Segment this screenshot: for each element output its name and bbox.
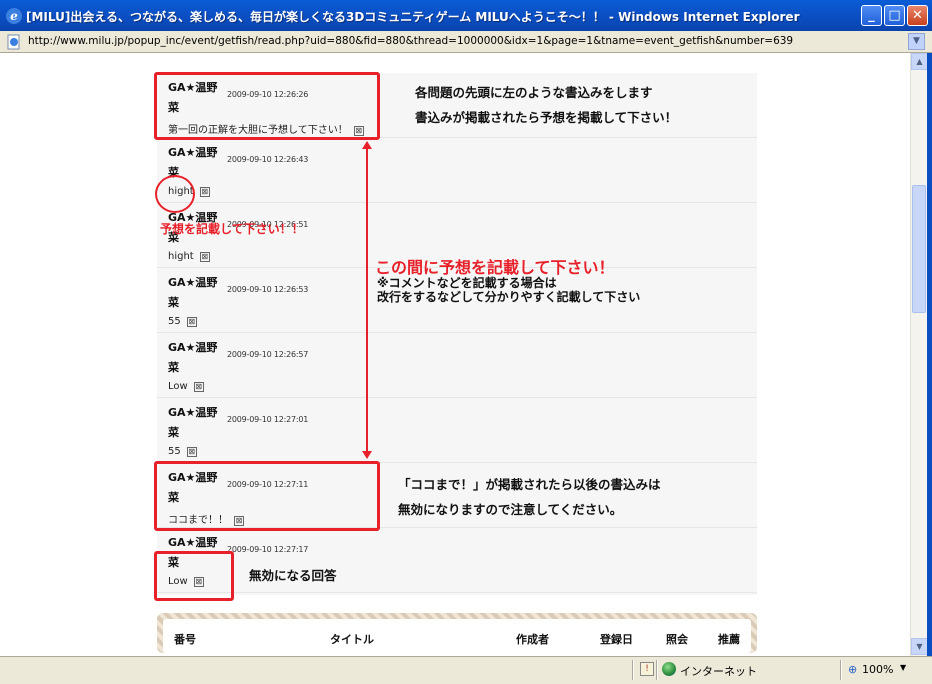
delete-icon[interactable]: ⊠ — [186, 317, 197, 327]
annotation-bottom-note-1: 「ココまで！」が掲載されたら以後の書込みは — [398, 477, 661, 492]
annotation-middle-title: この間に予想を記載して下さい！ — [375, 258, 615, 277]
address-bar[interactable]: http://www.milu.jp/popup_inc/event/getfi… — [0, 31, 932, 53]
thread-list-header: 番号 タイトル 作成者 登録日 照会 推薦 — [157, 613, 757, 653]
annotation-circle — [155, 175, 195, 213]
header-number[interactable]: 番号 — [174, 631, 196, 647]
header-recommend[interactable]: 推薦 — [718, 631, 740, 647]
ie-logo-icon: e — [6, 8, 22, 24]
security-icon: ! — [640, 662, 654, 676]
address-dropdown-icon[interactable]: ▼ — [908, 33, 925, 50]
delete-icon[interactable]: ⊠ — [199, 187, 210, 197]
post-row: GA★温野菜 2009-09-10 12:27:17 Low ⊠ — [157, 528, 757, 593]
zoom-dropdown-icon[interactable]: ▼ — [900, 663, 906, 672]
window-title: [MILU]出会える、つながる、楽しめる、毎日が楽しくなる3Dコミュニティゲーム… — [26, 10, 800, 24]
annotation-top-note-2: 書込みが掲載されたら予想を掲載して下さい！ — [415, 110, 678, 125]
post-text: Low — [168, 381, 188, 392]
annotation-bottom-note-2: 無効になりますので注意してください。 — [398, 502, 623, 517]
annotation-invalid-note: 無効になる回答 — [249, 568, 337, 583]
post-row: GA★温野菜 2009-09-10 12:26:43 hight ⊠ — [157, 138, 757, 203]
annotation-middle-sub-2: 改行をするなどして分かりやすく記載して下さい — [377, 290, 641, 304]
zoom-level[interactable]: 100% — [862, 663, 893, 676]
post-date: 2009-09-10 12:26:57 — [227, 350, 309, 359]
post-date: 2009-09-10 12:27:01 — [227, 415, 309, 424]
post-author: GA★温野菜 — [168, 276, 218, 309]
post-body: 55 ⊠ — [168, 446, 197, 457]
status-divider — [632, 660, 634, 680]
page-viewport: GA★温野菜 2009-09-10 12:26:26 第一回の正解を大胆に予想し… — [0, 53, 910, 656]
status-zone: インターネット — [680, 665, 757, 678]
post-date: 2009-09-10 12:27:17 — [227, 545, 309, 554]
status-divider — [656, 660, 658, 680]
minimize-button[interactable]: _ — [861, 5, 882, 26]
scroll-up-icon[interactable]: ▲ — [911, 53, 928, 70]
internet-globe-icon — [662, 662, 676, 676]
post-row: GA★温野菜 2009-09-10 12:27:01 55 ⊠ — [157, 398, 757, 463]
delete-icon[interactable]: ⊠ — [193, 382, 204, 392]
post-date: 2009-09-10 12:26:53 — [227, 285, 309, 294]
annotation-box-first-post — [154, 72, 380, 140]
post-body: 55 ⊠ — [168, 316, 197, 327]
post-body: hight ⊠ — [168, 251, 210, 262]
status-bar: ! インターネット ⊕ 100% ▼ — [0, 656, 932, 684]
post-text: hight — [168, 251, 194, 262]
header-date[interactable]: 登録日 — [600, 631, 633, 647]
status-divider — [840, 660, 842, 680]
annotation-top-note-1: 各問題の先頭に左のような書込みをします — [415, 85, 653, 100]
post-author: GA★温野菜 — [168, 341, 218, 374]
annotation-box-invalid — [154, 551, 234, 601]
page-icon — [7, 34, 20, 50]
post-text: 55 — [168, 446, 181, 457]
window-titlebar: e [MILU]出会える、つながる、楽しめる、毎日が楽しくなる3Dコミュニティゲ… — [0, 0, 932, 31]
scroll-down-icon[interactable]: ▼ — [911, 638, 928, 655]
address-url[interactable]: http://www.milu.jp/popup_inc/event/getfi… — [28, 35, 793, 47]
arrow-down-icon — [362, 451, 372, 459]
annotation-box-end-post — [154, 461, 380, 531]
zoom-icon[interactable]: ⊕ — [848, 663, 857, 676]
post-date: 2009-09-10 12:26:43 — [227, 155, 309, 164]
vertical-scrollbar[interactable]: ▲ ▼ — [910, 53, 928, 656]
header-views[interactable]: 照会 — [666, 631, 688, 647]
post-text: 55 — [168, 316, 181, 327]
annotation-middle-sub-1: ※コメントなどを記載する場合は — [377, 276, 557, 290]
annotation-middle-sub: ※コメントなどを記載する場合は 改行をするなどして分かりやすく記載して下さい — [377, 276, 640, 304]
annotation-arrow — [366, 147, 368, 455]
thread-list-header-inner: 番号 タイトル 作成者 登録日 照会 推薦 — [163, 619, 751, 653]
window-frame-right — [927, 53, 932, 656]
post-row: GA★温野菜 2009-09-10 12:26:57 Low ⊠ — [157, 333, 757, 398]
arrow-up-icon — [362, 141, 372, 149]
post-body: Low ⊠ — [168, 381, 204, 392]
close-button[interactable]: ✕ — [907, 5, 928, 26]
delete-icon[interactable]: ⊠ — [199, 252, 210, 262]
scroll-thumb[interactable] — [912, 185, 926, 313]
maximize-button[interactable]: □ — [884, 5, 905, 26]
annotation-left-note: 予想を記載して下さい！！ — [160, 222, 304, 236]
post-author: GA★温野菜 — [168, 406, 218, 439]
header-title[interactable]: タイトル — [330, 631, 374, 647]
header-author[interactable]: 作成者 — [516, 631, 549, 647]
delete-icon[interactable]: ⊠ — [186, 447, 197, 457]
